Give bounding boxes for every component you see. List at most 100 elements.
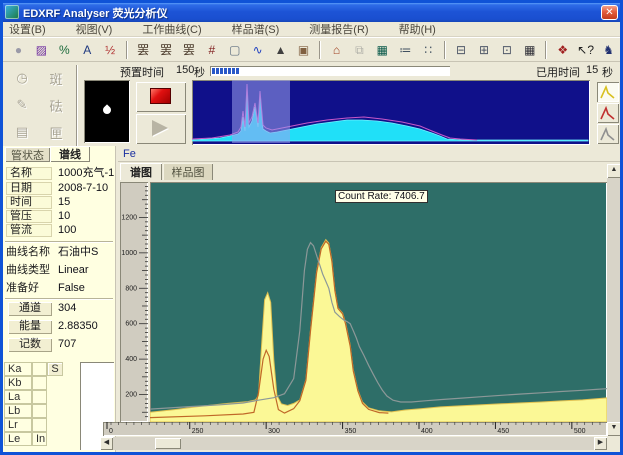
divider: [5, 241, 113, 243]
print-setup-button[interactable]: ⊞: [474, 39, 495, 60]
note-button[interactable]: ▤: [8, 120, 36, 144]
h-scroll-left-button[interactable]: ◀: [100, 437, 113, 450]
home-icon: ⌂: [333, 44, 340, 56]
v-scrollbar-track[interactable]: [607, 178, 621, 422]
half-scale-button[interactable]: ½: [100, 39, 121, 60]
toolbar: ●▨%A½罢罢罢#▢∿▲▣⌂⧉▦≔∷⊟⊞⊡▦❖↖?♞: [3, 37, 620, 62]
calculator-button[interactable]: ▦: [519, 39, 540, 60]
scale-linear-button[interactable]: [597, 82, 619, 102]
yellow-peak-icon: [600, 85, 616, 99]
tag-icon: ▣: [298, 44, 309, 56]
list-ordered-button[interactable]: ≔: [395, 39, 416, 60]
edit-button[interactable]: ✎: [8, 93, 36, 117]
spectrum-display-button[interactable]: ▨: [31, 39, 52, 60]
progress-segment: [236, 68, 239, 74]
menu-view[interactable]: 视图(V): [76, 21, 113, 37]
menu-help[interactable]: 帮助(H): [399, 21, 436, 37]
line-row-ka: Ka: [4, 362, 32, 376]
overview-selection-region: [232, 80, 290, 143]
copy-icon: ⧉: [355, 44, 364, 56]
h-scrollbar-track[interactable]: [113, 437, 594, 450]
line-row-lr: Lr: [4, 418, 32, 432]
svg-text:1000: 1000: [121, 250, 137, 257]
stop-icon: [150, 88, 171, 104]
tag-button[interactable]: ▣: [293, 39, 314, 60]
field-ready-value: False: [58, 282, 85, 295]
gray-peak-icon: [600, 127, 616, 141]
curve-table-new-icon: 罢: [137, 44, 149, 56]
field-tube-voltage-value: 10: [58, 210, 70, 223]
sample-flask-button[interactable]: ♞: [598, 39, 619, 60]
field-counts-label: 记数: [8, 338, 52, 352]
tab-sample-chart[interactable]: 样品图: [163, 163, 213, 180]
h-scroll-right-button[interactable]: ▶: [594, 437, 607, 450]
scale-log-button[interactable]: [597, 103, 619, 123]
svg-text:800: 800: [125, 285, 137, 292]
h-scroll-thumb[interactable]: [155, 438, 181, 449]
region-select-button[interactable]: ▢: [224, 39, 245, 60]
curve-table-open-button[interactable]: 罢: [156, 39, 177, 60]
play-icon: [152, 120, 168, 136]
menu-sample-spectrum[interactable]: 样品谱(S): [232, 21, 280, 37]
calibration-grid-button[interactable]: #: [201, 39, 222, 60]
weight-char-button[interactable]: 砝: [42, 93, 70, 117]
field-curve-type-label: 曲线类型: [6, 264, 50, 277]
print-preview-button[interactable]: ⊡: [496, 39, 517, 60]
help-book-button[interactable]: ❖: [552, 39, 573, 60]
line-row-la: La: [4, 390, 32, 404]
font-scale-button[interactable]: A: [77, 39, 98, 60]
tab-spectral-line[interactable]: 谱线: [50, 146, 90, 162]
divider: [5, 298, 113, 300]
curve-table-new-button[interactable]: 罢: [133, 39, 154, 60]
curve-chart-button[interactable]: ∿: [247, 39, 268, 60]
scale-auto-button[interactable]: [597, 124, 619, 144]
peak-search-button[interactable]: ▲: [270, 39, 291, 60]
spectrum-plot[interactable]: [150, 182, 607, 422]
tab-spectrum-chart[interactable]: 谱图: [120, 163, 162, 180]
half-scale-icon: ½: [105, 44, 115, 56]
start-button[interactable]: [136, 114, 186, 144]
menu-settings[interactable]: 设置(B): [9, 21, 46, 37]
context-help-button[interactable]: ↖?: [575, 39, 596, 60]
peak-search-icon: ▲: [275, 44, 287, 56]
print-button[interactable]: ⊟: [451, 39, 472, 60]
stop-button[interactable]: [136, 82, 186, 112]
tray-char-button[interactable]: 匣: [42, 120, 70, 144]
field-channel-value: 304: [58, 302, 76, 315]
print-icon: ⊟: [456, 44, 466, 56]
x-axis-ruler: 0250300350400450500: [103, 422, 607, 436]
v-scroll-down-button[interactable]: ▼: [607, 422, 621, 436]
menu-work-curve[interactable]: 工作曲线(C): [142, 21, 201, 37]
calculator-green-button[interactable]: ▦: [372, 39, 393, 60]
close-button[interactable]: ✕: [601, 5, 618, 20]
title-bar[interactable]: EDXRF Analyser 荧光分析仪: [3, 3, 620, 22]
field-ready: 准备好False: [3, 282, 115, 296]
field-time-label: 时间: [6, 196, 52, 209]
list-dotted-button[interactable]: ∷: [418, 39, 439, 60]
clock-button[interactable]: ◷: [8, 66, 36, 90]
menu-measure-report[interactable]: 测量报告(R): [309, 21, 368, 37]
spot-char-button[interactable]: 斑: [42, 66, 70, 90]
percent-scale-button[interactable]: %: [54, 39, 75, 60]
field-tube-current-value: 100: [58, 224, 76, 237]
reference-curve: [150, 243, 607, 410]
sphere-icon: ●: [15, 44, 22, 56]
element-label: Fe: [123, 148, 136, 160]
overview-spectrum[interactable]: [192, 80, 590, 145]
copy-button[interactable]: ⧉: [349, 39, 370, 60]
calculator-icon: ▦: [524, 44, 535, 56]
svg-text:0: 0: [109, 428, 113, 435]
sphere-button[interactable]: ●: [8, 39, 29, 60]
sample-image-box: [84, 80, 130, 143]
home-button[interactable]: ⌂: [326, 39, 347, 60]
divider: [76, 65, 78, 147]
tab-tube-status[interactable]: 管状态: [5, 147, 50, 162]
curve-table-save-button[interactable]: 罢: [178, 39, 199, 60]
curve-chart-icon: ∿: [253, 44, 263, 56]
line-row-extra: [32, 418, 47, 432]
svg-text:250: 250: [192, 428, 204, 435]
right-arrow-icon: ▶: [598, 439, 603, 446]
line-row-extra: [32, 390, 47, 404]
v-scroll-up-button[interactable]: ▲: [607, 164, 621, 178]
line-row-extra: [32, 404, 47, 418]
